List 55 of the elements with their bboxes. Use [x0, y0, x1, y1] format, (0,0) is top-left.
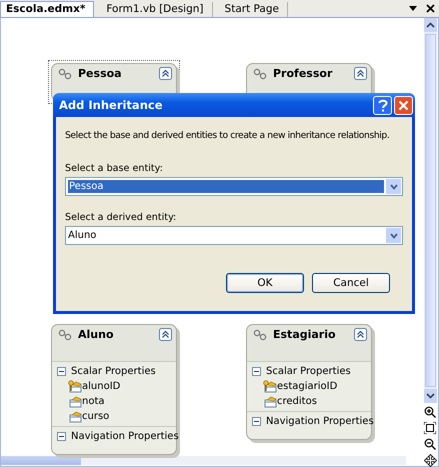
- instruction-text: Select the base and derived entities to create a new inheritance relationship.: [65, 129, 390, 142]
- zoom-out-icon[interactable]: [424, 438, 436, 450]
- property-name[interactable]: curso: [82, 411, 110, 422]
- scroll-thumb[interactable]: [1, 456, 81, 465]
- zoom-in-icon[interactable]: [424, 406, 436, 418]
- section-label: Scalar Properties: [266, 366, 351, 377]
- close-icon[interactable]: [426, 4, 435, 13]
- collapse-toggle-icon[interactable]: [252, 367, 261, 376]
- property-name[interactable]: alunoID: [82, 381, 120, 392]
- property-name[interactable]: creditos: [277, 396, 317, 407]
- entity-name: Estagiario: [273, 328, 337, 341]
- property-name[interactable]: nota: [82, 396, 105, 407]
- entity-icon: [253, 68, 267, 80]
- question-mark-icon: [378, 98, 388, 112]
- field-label: Select a base entity:: [65, 163, 164, 174]
- entity-name: Aluno: [78, 328, 115, 341]
- property-name[interactable]: estagiarioID: [277, 381, 338, 392]
- entity-icon: [58, 68, 72, 80]
- collapse-toggle-icon[interactable]: [252, 417, 261, 426]
- entity-shape[interactable]: Estagiario Scalar Properties estagiarioID creditos Navigation Properties: [246, 324, 372, 440]
- fit-to-window-icon[interactable]: [424, 422, 436, 434]
- collapse-icon[interactable]: [159, 328, 172, 341]
- document-tab[interactable]: Escola.edmx*: [0, 1, 94, 17]
- section-label: Navigation Properties: [71, 431, 179, 442]
- section-label: Navigation Properties: [266, 416, 374, 427]
- document-tab[interactable]: Form1.vb [Design]: [94, 2, 213, 17]
- scroll-up-button[interactable]: [424, 18, 437, 32]
- dialog-button[interactable]: Cancel: [312, 273, 390, 293]
- document-tab[interactable]: Start Page: [212, 2, 288, 17]
- entity-icon: [253, 328, 267, 340]
- entity-dropdown[interactable]: Aluno: [65, 226, 403, 245]
- collapse-icon[interactable]: [354, 67, 367, 80]
- pan-icon[interactable]: [424, 454, 436, 467]
- entity-dropdown[interactable]: Pessoa: [65, 177, 403, 196]
- collapse-icon[interactable]: [159, 67, 172, 80]
- scroll-down-button[interactable]: [424, 389, 437, 403]
- collapse-icon[interactable]: [354, 328, 367, 341]
- caret-down-icon: [426, 393, 435, 399]
- dialog-button[interactable]: OK: [226, 273, 304, 293]
- section-label: Scalar Properties: [71, 366, 156, 377]
- entity-name: Pessoa: [78, 67, 123, 80]
- field-label: Select a derived entity:: [65, 212, 178, 223]
- help-button[interactable]: [373, 96, 392, 114]
- horizontal-scrollbar[interactable]: [1, 456, 406, 465]
- caret-up-icon: [426, 22, 435, 28]
- entity-shape[interactable]: Aluno Scalar Properties alunoID nota curso Navigation Properties: [51, 324, 177, 455]
- dropdown-icon[interactable]: [409, 6, 417, 11]
- close-icon: [398, 100, 409, 110]
- collapse-toggle-icon[interactable]: [57, 432, 66, 441]
- entity-name: Professor: [273, 67, 334, 80]
- close-button[interactable]: [394, 96, 413, 114]
- dialog-title: Add Inheritance: [59, 98, 164, 112]
- entity-icon: [58, 328, 72, 340]
- vertical-scrollbar[interactable]: [424, 18, 437, 403]
- collapse-toggle-icon[interactable]: [57, 367, 66, 376]
